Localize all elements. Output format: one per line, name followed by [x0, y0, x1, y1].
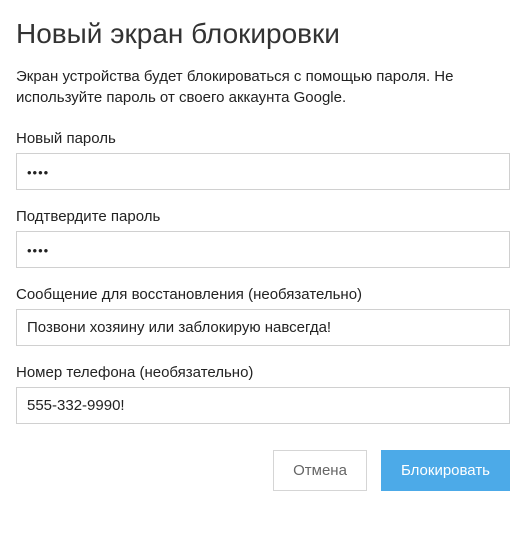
phone-number-label: Номер телефона (необязательно) — [16, 364, 510, 381]
confirm-password-input[interactable]: •••• — [16, 231, 510, 268]
confirm-password-group: Подтвердите пароль •••• — [16, 208, 510, 268]
lock-button[interactable]: Блокировать — [381, 450, 510, 491]
new-password-input[interactable]: •••• — [16, 153, 510, 190]
new-password-label: Новый пароль — [16, 130, 510, 147]
recovery-message-label: Сообщение для восстановления (необязател… — [16, 286, 510, 303]
recovery-message-group: Сообщение для восстановления (необязател… — [16, 286, 510, 346]
cancel-button[interactable]: Отмена — [273, 450, 367, 491]
new-password-group: Новый пароль •••• — [16, 130, 510, 190]
page-subtitle: Экран устройства будет блокироваться с п… — [16, 66, 510, 108]
confirm-password-label: Подтвердите пароль — [16, 208, 510, 225]
phone-number-input[interactable] — [16, 387, 510, 424]
button-row: Отмена Блокировать — [16, 450, 510, 491]
page-title: Новый экран блокировки — [16, 18, 510, 50]
phone-number-group: Номер телефона (необязательно) — [16, 364, 510, 424]
recovery-message-input[interactable] — [16, 309, 510, 346]
